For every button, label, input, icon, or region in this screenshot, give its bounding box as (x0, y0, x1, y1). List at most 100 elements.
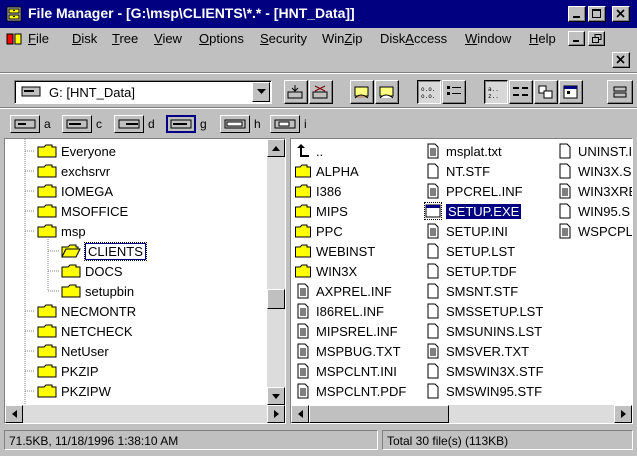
share-as-button[interactable] (350, 80, 374, 104)
menu-file[interactable]: File (28, 31, 49, 46)
scroll-right-button[interactable] (614, 405, 632, 423)
file-item[interactable]: UNINST.I (557, 141, 632, 161)
folder-item[interactable]: PPC (295, 221, 343, 241)
child-restore-button[interactable] (588, 31, 605, 46)
file-item[interactable]: WIN3X.S (557, 161, 631, 181)
menu-tree[interactable]: Tree (112, 31, 138, 46)
file-item[interactable]: SMSSETUP.LST (425, 301, 543, 321)
document-icon (427, 183, 439, 199)
tree-item[interactable]: msp (37, 221, 86, 241)
file-list-pane[interactable]: .. ALPHA I386 MIPS PPC WEBINST WIN3X AXP… (290, 138, 633, 424)
tree-horizontal-scrollbar[interactable] (5, 405, 285, 423)
scroll-left-button[interactable] (5, 405, 23, 423)
drive-selector[interactable]: G: [HNT_Data] (14, 80, 272, 104)
menu-winzip[interactable]: WinZip (322, 31, 362, 46)
folder-item[interactable]: I386 (295, 181, 341, 201)
stop-sharing-button[interactable] (375, 80, 399, 104)
file-item[interactable]: SMSWIN95.STF (425, 381, 542, 401)
file-item[interactable]: PPCREL.INF (425, 181, 523, 201)
menu-disk[interactable]: Disk (72, 31, 97, 46)
large-icons-view-button[interactable]: o.o. o.o. (417, 80, 441, 104)
file-item[interactable]: MSPCLNT.INI (295, 361, 397, 381)
file-item[interactable]: SMSVER.TXT (425, 341, 529, 361)
scroll-left-button[interactable] (291, 405, 309, 423)
file-cabinet-icon (6, 6, 22, 22)
tree-item[interactable]: IOMEGA (37, 181, 113, 201)
folder-item[interactable]: WIN3X (295, 261, 357, 281)
tree-item[interactable]: NECMONTR (37, 301, 136, 321)
tree-item[interactable]: NetUser (37, 341, 109, 361)
scroll-thumb[interactable] (309, 405, 449, 423)
details-view-button[interactable] (442, 80, 466, 104)
drive-i-button[interactable]: i (270, 114, 307, 134)
child-window-icon[interactable] (6, 31, 22, 47)
tree-item[interactable]: MSOFFICE (37, 201, 128, 221)
drive-d-button[interactable]: d (114, 114, 155, 134)
connect-drive-button[interactable] (284, 80, 308, 104)
close-button[interactable] (612, 6, 630, 22)
file-item[interactable]: SETUP.TDF (425, 261, 517, 281)
scroll-down-button[interactable] (267, 387, 285, 405)
child-minimize-button[interactable] (568, 31, 585, 46)
folder-item[interactable]: WEBINST (295, 241, 375, 261)
menu-view[interactable]: View (154, 31, 182, 46)
file-item[interactable]: SETUP.INI (425, 221, 508, 241)
child-close-button[interactable] (612, 52, 630, 68)
file-item[interactable]: MSPBUG.TXT (295, 341, 401, 361)
disconnect-drive-button[interactable] (309, 80, 333, 104)
tree-item[interactable]: PKZIPW (37, 381, 111, 401)
blank-file-icon (559, 163, 571, 179)
menu-security[interactable]: Security (260, 31, 307, 46)
file-item[interactable]: SMSUNINS.LST (425, 321, 542, 341)
scroll-up-button[interactable] (267, 139, 285, 157)
tree-vertical-scrollbar[interactable] (267, 139, 285, 405)
svg-text:z..: z.. (488, 93, 499, 100)
files-horizontal-scrollbar[interactable] (291, 405, 632, 423)
drive-c-button[interactable]: c (62, 114, 102, 134)
parent-directory-item[interactable]: .. (295, 141, 323, 161)
tree-item[interactable]: exchsrvr (37, 161, 110, 181)
scroll-right-button[interactable] (267, 405, 285, 423)
folder-item[interactable]: ALPHA (295, 161, 359, 181)
folder-item[interactable]: MIPS (295, 201, 348, 221)
file-item[interactable]: MSPCLNT.PDF (295, 381, 406, 401)
tree-item[interactable]: NETCHECK (37, 321, 133, 341)
menu-window[interactable]: Window (465, 31, 511, 46)
drive-g-button[interactable]: g (166, 114, 207, 134)
file-item[interactable]: MIPSREL.INF (295, 321, 398, 341)
drive-a-button[interactable]: a (10, 114, 51, 134)
scroll-thumb[interactable] (267, 289, 285, 309)
menu-options[interactable]: Options (199, 31, 244, 46)
file-item[interactable]: WSPCPL (557, 221, 632, 241)
file-item[interactable]: WIN95.S (557, 201, 630, 221)
tree-item[interactable]: Everyone (37, 141, 116, 161)
file-item-selected[interactable]: SETUP.EXE (424, 201, 522, 221)
drive-selector-value: G: [HNT_Data] (49, 85, 135, 100)
sort-by-date-button[interactable] (559, 80, 583, 104)
sort-by-size-button[interactable] (534, 80, 558, 104)
file-item[interactable]: WIN3XRE (557, 181, 632, 201)
drive-h-button[interactable]: h (220, 114, 261, 134)
tree-item[interactable]: DOCS (61, 261, 123, 281)
sort-by-type-button[interactable] (509, 80, 533, 104)
maximize-button[interactable] (588, 6, 606, 22)
tree-item[interactable]: setupbin (61, 281, 134, 301)
file-item[interactable]: I86REL.INF (295, 301, 384, 321)
tree-item[interactable]: PKZIP (37, 361, 99, 381)
tree-item-selected[interactable]: CLIENTS (61, 241, 147, 261)
menu-help[interactable]: Help (529, 31, 556, 46)
file-item[interactable]: AXPREL.INF (295, 281, 392, 301)
file-item[interactable]: msplat.txt (425, 141, 502, 161)
drive-selector-dropdown[interactable] (252, 82, 270, 102)
file-item[interactable]: NT.STF (425, 161, 490, 181)
document-icon (297, 363, 309, 379)
title-bar[interactable]: File Manager - [G:\msp\CLIENTS\*.* - [HN… (0, 0, 637, 28)
menu-diskaccess[interactable]: DiskAccess (380, 31, 447, 46)
minimize-button[interactable] (568, 6, 586, 22)
file-item[interactable]: SMSWIN3X.STF (425, 361, 544, 381)
more-tools-button[interactable] (607, 80, 633, 104)
file-item[interactable]: SETUP.LST (425, 241, 515, 261)
sort-by-name-button[interactable]: a.. z.. (484, 80, 508, 104)
file-item[interactable]: SMSNT.STF (425, 281, 518, 301)
directory-tree-pane[interactable]: Everyone exchsrvr IOMEGA MSOFFICE msp CL… (4, 138, 286, 424)
